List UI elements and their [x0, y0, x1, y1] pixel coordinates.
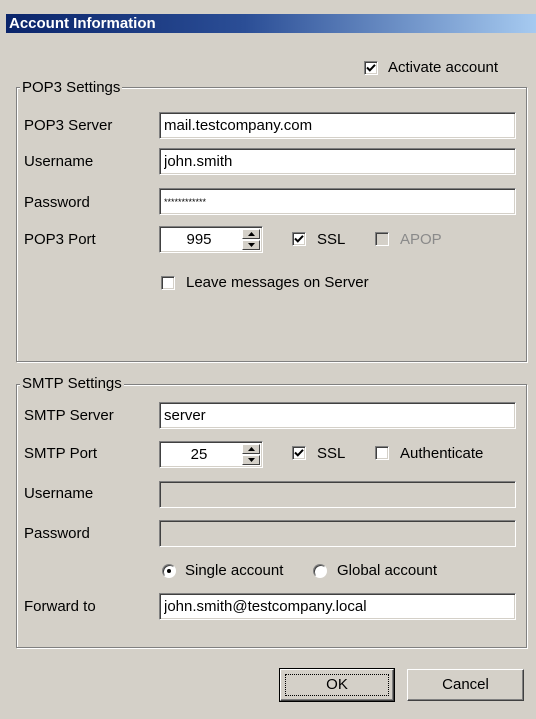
- smtp-port-increment-button[interactable]: [242, 444, 260, 454]
- pop3-settings-legend: POP3 Settings: [20, 79, 123, 97]
- smtp-server-label: SMTP Server: [24, 407, 114, 424]
- pop3-username-label: Username: [24, 153, 94, 170]
- pop3-apop-checkbox[interactable]: [375, 232, 389, 246]
- checkmark-icon: [294, 449, 304, 457]
- global-account-label[interactable]: Global account: [337, 562, 437, 580]
- pop3-apop-label: APOP: [400, 231, 442, 248]
- single-account-label[interactable]: Single account: [185, 562, 283, 580]
- authenticate-label[interactable]: Authenticate: [400, 445, 483, 463]
- leave-messages-checkbox[interactable]: [161, 276, 175, 290]
- radio-selected-dot: [167, 569, 171, 573]
- pop3-server-label: POP3 Server: [24, 117, 113, 134]
- title-bar: Account Information: [6, 14, 536, 33]
- smtp-settings-legend: SMTP Settings: [20, 375, 124, 393]
- pop3-ssl-label[interactable]: SSL: [317, 231, 345, 249]
- pop3-ssl-checkbox[interactable]: [292, 232, 306, 246]
- smtp-password-input[interactable]: [159, 520, 516, 547]
- pop3-port-increment-button[interactable]: [242, 229, 260, 239]
- global-account-radio[interactable]: [313, 564, 327, 578]
- smtp-port-label: SMTP Port: [24, 445, 98, 462]
- single-account-radio[interactable]: [162, 564, 176, 578]
- activate-account-label[interactable]: Activate account: [388, 59, 498, 77]
- pop3-port-value: 995: [186, 231, 212, 248]
- pop3-username-input[interactable]: [159, 148, 516, 175]
- pop3-port-stepper[interactable]: 995: [159, 226, 263, 253]
- pop3-server-input[interactable]: [159, 112, 516, 139]
- smtp-port-decrement-button[interactable]: [242, 455, 260, 465]
- arrow-down-icon: [248, 458, 255, 462]
- pop3-port-decrement-button[interactable]: [242, 240, 260, 250]
- smtp-ssl-label[interactable]: SSL: [317, 445, 345, 463]
- forward-to-input[interactable]: [159, 593, 516, 620]
- checkmark-icon: [294, 235, 304, 243]
- activate-account-checkbox[interactable]: [364, 61, 378, 75]
- smtp-username-label: Username: [24, 485, 94, 502]
- smtp-server-input[interactable]: [159, 402, 516, 429]
- cancel-button-label: Cancel: [442, 676, 489, 693]
- pop3-port-spin-buttons[interactable]: [242, 229, 260, 250]
- smtp-port-stepper[interactable]: 25: [159, 441, 263, 468]
- leave-messages-label[interactable]: Leave messages on Server: [186, 274, 369, 292]
- ok-button[interactable]: OK: [279, 668, 395, 702]
- pop3-password-input[interactable]: [159, 188, 516, 215]
- forward-to-label: Forward to: [24, 598, 96, 615]
- cancel-button[interactable]: Cancel: [407, 669, 524, 701]
- account-information-dialog: Account Information Activate account POP…: [0, 0, 536, 719]
- arrow-down-icon: [248, 243, 255, 247]
- ok-button-label: OK: [285, 674, 389, 696]
- window-title: Account Information: [9, 15, 156, 32]
- pop3-port-label: POP3 Port: [24, 231, 96, 248]
- checkmark-icon: [366, 64, 376, 72]
- smtp-port-spin-buttons[interactable]: [242, 444, 260, 465]
- authenticate-checkbox[interactable]: [375, 446, 389, 460]
- arrow-up-icon: [248, 447, 255, 451]
- smtp-ssl-checkbox[interactable]: [292, 446, 306, 460]
- smtp-username-input[interactable]: [159, 481, 516, 508]
- pop3-password-label: Password: [24, 194, 90, 211]
- arrow-up-icon: [248, 232, 255, 236]
- smtp-password-label: Password: [24, 525, 90, 542]
- smtp-port-value: 25: [190, 446, 208, 463]
